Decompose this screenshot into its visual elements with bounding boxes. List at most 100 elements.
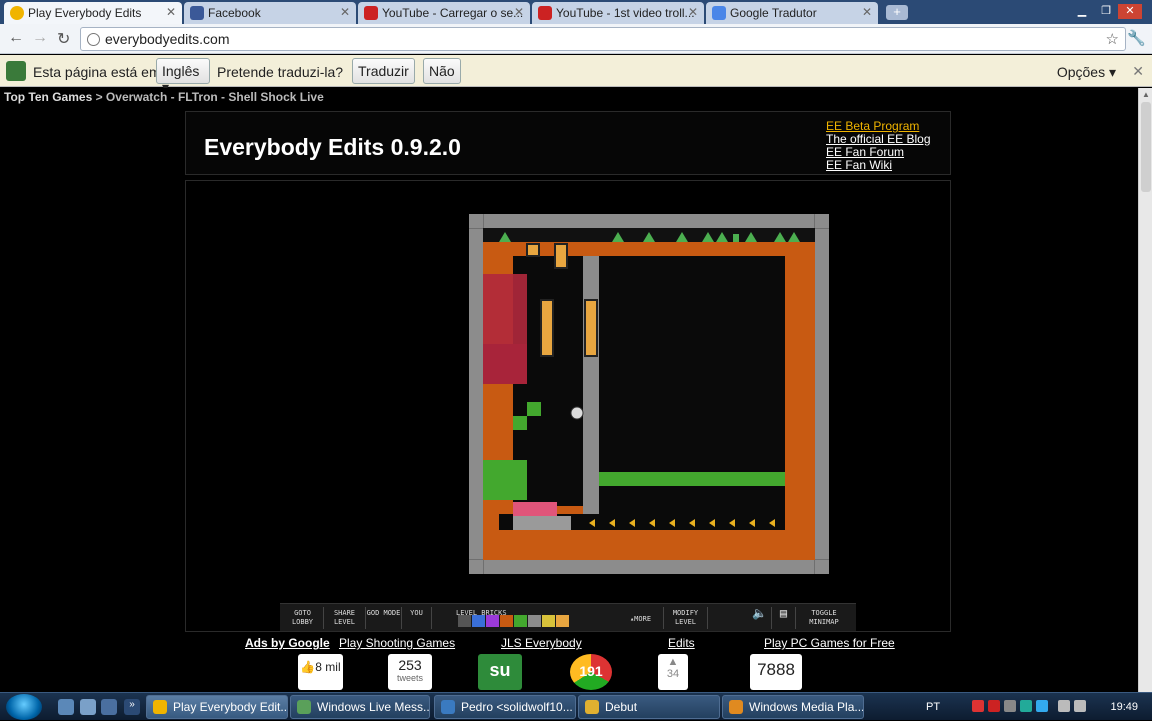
page-title: Everybody Edits 0.9.2.0 <box>204 134 461 160</box>
translate-button[interactable]: Traduzir <box>352 58 415 84</box>
brick-palette[interactable] <box>458 615 608 627</box>
tray-icon-4[interactable] <box>1020 700 1032 712</box>
ad-link-1[interactable]: Play Shooting Games <box>339 636 455 650</box>
messenger-icon <box>297 700 311 714</box>
brick-hazard <box>556 615 569 627</box>
reload-icon[interactable]: ↻ <box>57 29 70 49</box>
tray-icon-5[interactable] <box>1036 700 1048 712</box>
top-nav-games[interactable]: > Overwatch - FLTron - Shell Shock Live <box>96 90 324 104</box>
network-icon[interactable] <box>1058 700 1070 712</box>
ad-link-4[interactable]: Play PC Games for Free <box>764 636 895 650</box>
volume-icon[interactable] <box>1074 700 1086 712</box>
you-button[interactable]: YOU <box>402 607 432 629</box>
minimize-icon[interactable]: ▁ <box>1070 4 1094 19</box>
bookmark-star-icon[interactable]: ☆ <box>1106 30 1119 48</box>
tray-icon-3[interactable] <box>1004 700 1016 712</box>
wrench-icon[interactable]: 🔧 <box>1127 29 1146 47</box>
tray-icon-2[interactable] <box>988 700 1000 712</box>
share-counter[interactable]: 7888 <box>750 654 802 690</box>
share-level-button[interactable]: SHARE LEVEL <box>324 607 366 629</box>
more-bricks-button[interactable]: ▴MORE <box>618 607 664 629</box>
goto-lobby-button[interactable]: GOTO LOBBY <box>282 607 324 629</box>
translate-prefix: Esta página está em <box>33 64 161 80</box>
system-tray: PT 19:49 <box>922 693 1152 721</box>
scrollbar-thumb[interactable] <box>1141 102 1151 192</box>
language-indicator[interactable]: PT <box>926 701 940 713</box>
start-button[interactable] <box>6 694 42 720</box>
top-nav: Top Ten Games > Overwatch - FLTron - She… <box>0 88 1138 108</box>
ad-link-3[interactable]: Edits <box>668 636 695 650</box>
brick-purple <box>486 615 499 627</box>
green-block-2 <box>513 416 527 430</box>
new-tab-button[interactable]: + <box>886 5 908 20</box>
language-select[interactable]: Inglês ▾ <box>156 58 210 95</box>
game-canvas[interactable] <box>469 214 829 574</box>
tab-play-everybody-edits[interactable]: Play Everybody Edits ✕ <box>4 2 182 24</box>
red-bricks-upper <box>483 274 527 344</box>
modify-level-button[interactable]: MODIFY LEVEL <box>664 607 708 629</box>
explorer-icon[interactable] <box>101 699 117 715</box>
translate-infobar: Esta página está em Inglês ▾ Pretende tr… <box>0 55 1152 95</box>
task-label: Windows Media Pla... <box>749 700 864 714</box>
tab-google-tradutor[interactable]: Google Tradutor ✕ <box>706 2 878 24</box>
brick-grey <box>458 615 471 627</box>
windows-taskbar: » Play Everybody Edit... Windows Live Me… <box>0 692 1152 720</box>
task-windows-live-messenger[interactable]: Windows Live Mess... <box>290 695 430 719</box>
task-debut[interactable]: Debut <box>578 695 720 719</box>
god-mode-button[interactable]: GOD MODE <box>366 607 402 629</box>
tweet-counter[interactable]: 253 tweets <box>388 654 432 690</box>
switch-windows-icon[interactable] <box>80 699 96 715</box>
more-label: MORE <box>634 615 652 623</box>
clock[interactable]: 19:49 <box>1110 701 1138 713</box>
quicklaunch-more-icon[interactable]: » <box>124 699 140 715</box>
ads-by-google-link[interactable]: Ads by Google <box>245 636 330 650</box>
close-tab-icon[interactable]: ✕ <box>514 5 524 19</box>
back-arrow-icon[interactable]: ← <box>8 29 24 47</box>
options-menu[interactable]: Opções ▾ <box>1057 64 1116 81</box>
up-arrow-icon: ▲ <box>667 656 679 668</box>
ad-link-2[interactable]: JLS Everybody <box>501 636 582 650</box>
maximize-icon[interactable]: ❐ <box>1094 4 1118 19</box>
sound-icon[interactable]: 🔈 <box>748 607 772 629</box>
chat-icon[interactable]: ▤ <box>772 607 796 629</box>
toggle-minimap-button[interactable]: TOGGLE MINIMAP <box>796 607 852 629</box>
task-label: Windows Live Mess... <box>317 700 430 714</box>
stumbleupon-icon[interactable]: su <box>478 654 522 690</box>
tab-facebook[interactable]: Facebook ✕ <box>184 2 356 24</box>
show-desktop-icon[interactable] <box>58 699 74 715</box>
ee-wiki-link[interactable]: EE Fan Wiki <box>826 159 931 172</box>
facebook-like-button[interactable]: 👍8 mil <box>298 654 343 690</box>
tweets-count: 253 <box>398 657 422 673</box>
address-bar[interactable]: everybodyedits.com ☆ <box>80 27 1126 51</box>
red-bricks-lower <box>483 344 527 384</box>
close-tab-icon[interactable]: ✕ <box>688 5 698 19</box>
task-windows-media-player[interactable]: Windows Media Pla... <box>722 695 864 719</box>
translate-icon <box>6 61 26 81</box>
task-play-everybody-edits[interactable]: Play Everybody Edit... <box>146 695 288 719</box>
close-infobar-icon[interactable]: ✕ <box>1132 63 1144 80</box>
forward-arrow-icon[interactable]: → <box>32 29 48 47</box>
pink-blocks <box>513 502 557 516</box>
tray-icon-1[interactable] <box>972 700 984 712</box>
close-tab-icon[interactable]: ✕ <box>340 5 350 19</box>
fb-likes-count: 8 mil <box>315 660 341 674</box>
close-tab-icon[interactable]: ✕ <box>862 5 872 19</box>
tab-youtube-1[interactable]: YouTube - Carregar o se... ✕ <box>358 2 530 24</box>
close-tab-icon[interactable]: ✕ <box>166 5 176 19</box>
stumble-counter[interactable]: 191 <box>570 654 612 690</box>
green-block-1 <box>527 402 541 416</box>
task-pedro[interactable]: Pedro <solidwolf10... <box>434 695 576 719</box>
top-ten-games-link[interactable]: Top Ten Games <box>4 90 92 104</box>
tab-youtube-2[interactable]: YouTube - 1st video troll... ✕ <box>532 2 704 24</box>
browser-toolbar: ← → ↻ everybodyedits.com ☆ 🔧 <box>0 24 1152 54</box>
youtube-icon <box>364 6 378 20</box>
brick-yellow <box>542 615 555 627</box>
page-scrollbar[interactable]: ▲ <box>1138 88 1152 692</box>
digg-counter[interactable]: ▲ 34 <box>658 654 688 690</box>
brick-lightgrey <box>528 615 541 627</box>
facebook-icon <box>190 6 204 20</box>
no-button[interactable]: Não <box>423 58 461 84</box>
close-window-icon[interactable]: ✕ <box>1118 4 1142 19</box>
options-label: Opções <box>1056 64 1106 80</box>
scroll-up-icon[interactable]: ▲ <box>1142 90 1150 99</box>
